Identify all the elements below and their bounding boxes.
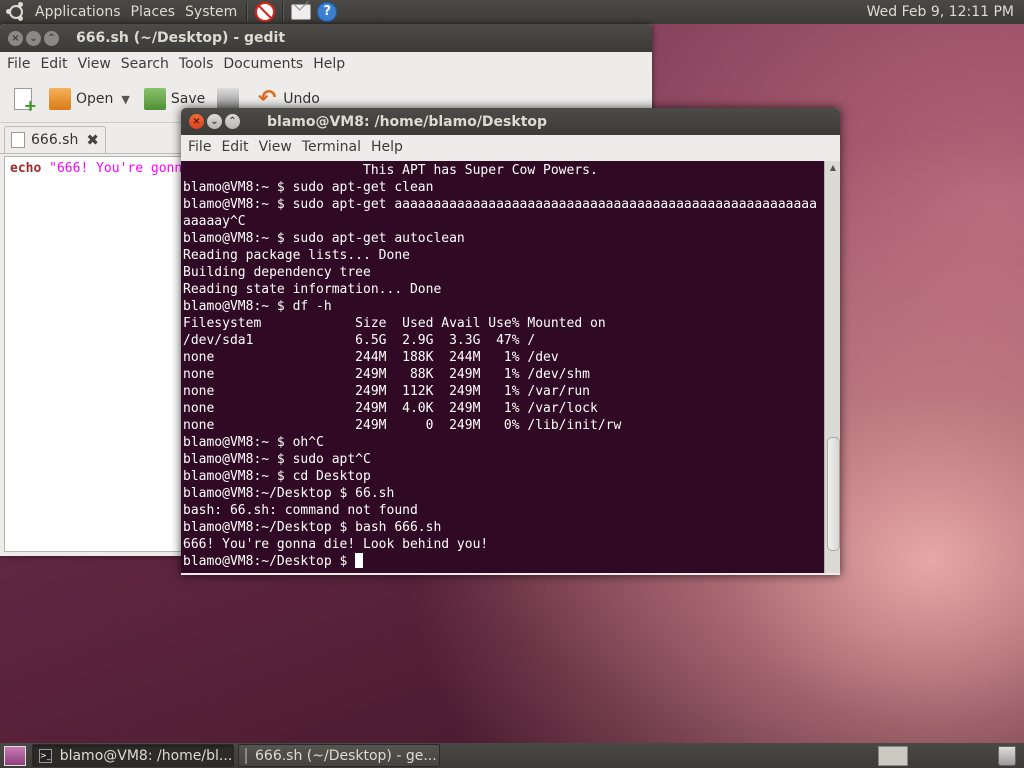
taskbar-item-gedit[interactable]: 666.sh (~/Desktop) - ge... (238, 744, 440, 767)
scroll-thumb[interactable] (827, 437, 840, 551)
menu-help[interactable]: Help (308, 56, 350, 72)
menu-search[interactable]: Search (116, 56, 174, 72)
terminal-output[interactable]: This APT has Super Cow Powers. blamo@VM8… (181, 161, 824, 573)
terminal-line: none 249M 88K 249M 1% /dev/shm (183, 367, 590, 382)
window-title: 666.sh (~/Desktop) - gedit (76, 30, 286, 46)
terminal-line: blamo@VM8:~ $ sudo apt^C (183, 452, 371, 467)
terminal-line: none 249M 4.0K 249M 1% /var/lock (183, 401, 598, 416)
show-desktop-button[interactable] (4, 745, 26, 766)
terminal-prompt: blamo@VM8:~/Desktop $ (183, 554, 356, 569)
maximize-button[interactable]: ⌃ (44, 30, 59, 46)
close-button[interactable]: × (189, 114, 204, 129)
terminal-line: Reading package lists... Done (183, 248, 410, 263)
ubuntu-logo-icon[interactable] (6, 2, 26, 22)
terminal-prompt-line[interactable]: blamo@VM8:~/Desktop $ (183, 553, 824, 570)
terminal-line: blamo@VM8:~ $ df -h (183, 299, 332, 314)
menu-places[interactable]: Places (126, 4, 181, 20)
terminal-line: aaaaay^C (183, 214, 246, 229)
terminal-line: blamo@VM8:~ $ oh^C (183, 435, 324, 450)
undo-icon: ↶ (258, 86, 277, 111)
open-dropdown-icon[interactable]: ▼ (119, 93, 137, 106)
taskbar-label: blamo@VM8: /home/bl... (59, 747, 233, 764)
menu-terminal[interactable]: Terminal (297, 139, 366, 155)
close-button[interactable]: × (8, 30, 23, 46)
menu-edit[interactable]: Edit (35, 56, 72, 72)
open-label: Open (76, 91, 114, 107)
mail-launcher[interactable] (290, 1, 312, 23)
terminal-line: Building dependency tree (183, 265, 371, 280)
no-entry-icon (255, 2, 276, 22)
no-entry-launcher[interactable] (254, 1, 276, 23)
terminal-window: × ⌄ ⌃ blamo@VM8: /home/blamo/Desktop Fil… (181, 108, 840, 575)
panel-separator (246, 2, 249, 22)
terminal-line: 666! You're gonna die! Look behind you! (183, 537, 489, 552)
maximize-button[interactable]: ⌃ (225, 114, 240, 129)
editor-string: "666! You're gonn (41, 161, 183, 176)
workspace-switcher[interactable] (878, 745, 908, 766)
menu-tools[interactable]: Tools (174, 56, 219, 72)
terminal-line: blamo@VM8:~/Desktop $ 66.sh (183, 486, 395, 501)
terminal-scrollbar[interactable]: ▲ (824, 161, 840, 573)
terminal-menubar: File Edit View Terminal Help (181, 135, 840, 159)
minimize-button[interactable]: ⌄ (26, 30, 41, 46)
terminal-line: Reading state information... Done (183, 282, 442, 297)
tab-666-sh[interactable]: 666.sh ✖ (4, 126, 106, 153)
save-icon (143, 88, 166, 110)
text-editor-icon (245, 747, 247, 764)
undo-label: Undo (283, 91, 320, 107)
terminal-line: blamo@VM8:~/Desktop $ bash 666.sh (183, 520, 442, 535)
bottom-panel: >_ blamo@VM8: /home/bl... 666.sh (~/Desk… (0, 743, 1024, 768)
terminal-line: /dev/sda1 6.5G 2.9G 3.3G 47% / (183, 333, 536, 348)
text-cursor (355, 553, 364, 568)
taskbar-label: 666.sh (~/Desktop) - ge... (255, 747, 437, 764)
editor-keyword: echo (10, 161, 42, 176)
save-label: Save (170, 91, 206, 107)
terminal-line: blamo@VM8:~ $ sudo apt-get aaaaaaaaaaaaa… (183, 197, 817, 212)
new-button[interactable] (8, 81, 43, 117)
menu-file[interactable]: File (183, 139, 216, 155)
clock[interactable]: Wed Feb 9, 12:11 PM (867, 4, 1024, 20)
gedit-titlebar[interactable]: × ⌄ ⌃ 666.sh (~/Desktop) - gedit (0, 24, 652, 52)
tab-label: 666.sh (31, 132, 79, 148)
mail-icon (291, 4, 312, 20)
gedit-menubar: File Edit View Search Tools Documents He… (0, 52, 652, 76)
terminal-line: none 244M 188K 244M 1% /dev (183, 350, 559, 365)
open-button[interactable]: Open (43, 81, 119, 117)
scroll-up-icon[interactable]: ▲ (825, 161, 840, 175)
terminal-line: Filesystem Size Used Avail Use% Mounted … (183, 316, 606, 331)
menu-documents[interactable]: Documents (218, 56, 308, 72)
top-panel: Applications Places System ? Wed Feb 9, … (0, 0, 1024, 24)
new-document-icon (14, 88, 37, 115)
terminal-line: blamo@VM8:~ $ sudo apt-get clean (183, 180, 434, 195)
panel-separator (282, 2, 285, 22)
document-icon (11, 132, 25, 148)
menu-file[interactable]: File (2, 56, 35, 72)
print-icon (217, 88, 240, 110)
terminal-line: blamo@VM8:~ $ cd Desktop (183, 469, 371, 484)
terminal-icon: >_ (39, 748, 52, 763)
menu-view[interactable]: View (254, 139, 297, 155)
window-title: blamo@VM8: /home/blamo/Desktop (267, 113, 548, 130)
menu-edit[interactable]: Edit (216, 139, 253, 155)
terminal-line: none 249M 0 249M 0% /lib/init/rw (183, 418, 622, 433)
menu-applications[interactable]: Applications (30, 4, 126, 20)
help-launcher[interactable]: ? (316, 1, 338, 23)
menu-system[interactable]: System (180, 4, 242, 20)
folder-open-icon (49, 88, 71, 110)
minimize-button[interactable]: ⌄ (207, 114, 222, 129)
terminal-line: none 249M 112K 249M 1% /var/run (183, 384, 590, 399)
terminal-line: blamo@VM8:~ $ sudo apt-get autoclean (183, 231, 465, 246)
menu-view[interactable]: View (73, 56, 116, 72)
terminal-titlebar[interactable]: × ⌄ ⌃ blamo@VM8: /home/blamo/Desktop (181, 108, 840, 135)
trash-icon[interactable] (998, 745, 1016, 766)
terminal-line: This APT has Super Cow Powers. (183, 163, 598, 178)
terminal-line: bash: 66.sh: command not found (183, 503, 418, 518)
help-icon: ? (317, 2, 338, 22)
tab-close-icon[interactable]: ✖ (86, 131, 99, 149)
menu-help[interactable]: Help (366, 139, 408, 155)
taskbar-item-terminal[interactable]: >_ blamo@VM8: /home/bl... (32, 744, 234, 767)
